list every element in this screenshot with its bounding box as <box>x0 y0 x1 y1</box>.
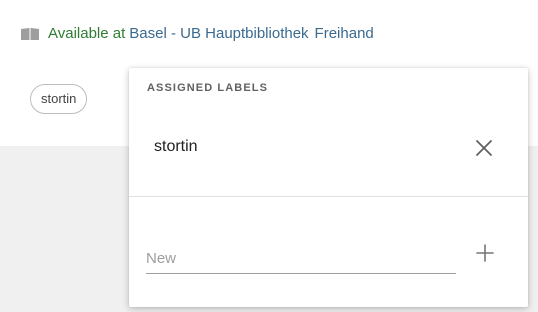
close-icon[interactable] <box>472 136 496 160</box>
availability-collection-link[interactable]: Freihand <box>315 25 374 42</box>
plus-icon[interactable] <box>474 242 496 264</box>
assigned-label-text: stortin <box>154 138 198 155</box>
label-chip[interactable]: stortin <box>30 84 88 114</box>
labels-popover: ASSIGNED LABELS stortin <box>129 68 528 307</box>
popover-header: ASSIGNED LABELS <box>147 82 269 94</box>
availability-status: Available at <box>48 25 126 42</box>
availability-line: Available at Basel - UB Hauptbibliothek … <box>20 25 374 42</box>
new-label-input[interactable] <box>146 244 456 274</box>
assigned-label-row: stortin <box>129 126 528 180</box>
divider <box>129 196 528 197</box>
book-icon <box>20 27 40 41</box>
availability-location-link[interactable]: Basel - UB Hauptbibliothek <box>129 25 308 42</box>
